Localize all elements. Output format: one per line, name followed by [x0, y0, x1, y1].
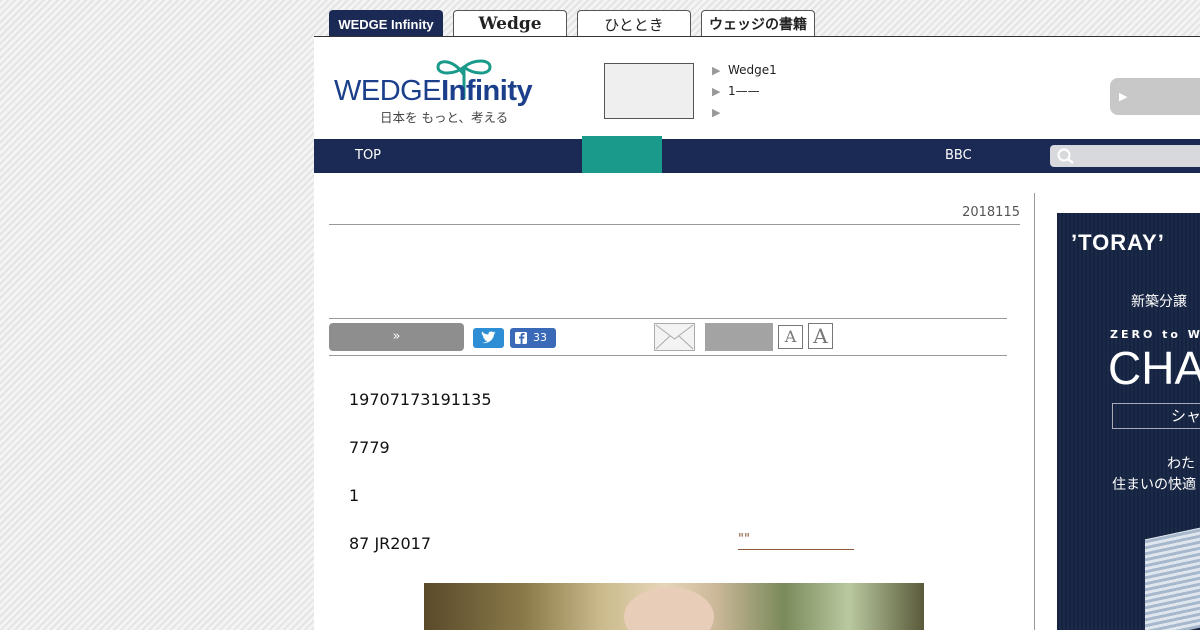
tab-wedge[interactable]: Wedge: [453, 10, 567, 37]
ad-text: わた: [1167, 456, 1195, 472]
nav-item-top[interactable]: TOP: [355, 139, 381, 173]
article-date: 2018115: [329, 205, 1020, 225]
triangle-icon: ▶: [712, 85, 721, 98]
logo-wordmark: WEDGEInfinity: [334, 75, 533, 108]
column-divider: [1034, 193, 1035, 630]
search-input[interactable]: [1050, 145, 1200, 167]
mail-icon: [655, 324, 694, 350]
article-paragraph: 7779: [349, 438, 390, 457]
triangle-icon: ▶: [712, 64, 721, 77]
header-link-label: Wedge1: [728, 63, 777, 77]
header-link-label: 1——: [728, 84, 760, 98]
play-icon: ▶: [1119, 90, 1128, 103]
ad-headline: CHA: [1108, 342, 1200, 394]
mail-share-button[interactable]: [654, 323, 695, 351]
header-link[interactable]: ▶ Wedge1: [712, 60, 777, 81]
article-paragraph: 19707173191135: [349, 390, 492, 409]
logo-tagline: 日本を もっと、考える: [380, 110, 509, 125]
nav-item-bbc[interactable]: BBC: [945, 139, 972, 173]
related-link[interactable]: "": [738, 533, 854, 550]
tab-wedge-books[interactable]: ウェッジの書籍: [701, 10, 815, 37]
logo-wedge: WEDGE: [334, 75, 442, 107]
ad-text: ZERO to W: [1110, 328, 1200, 341]
twitter-share-button[interactable]: [473, 328, 504, 348]
magazine-cover-thumbnail[interactable]: [604, 63, 694, 119]
header-links: ▶ Wedge1 ▶ 1—— ▶: [712, 60, 777, 123]
header-link[interactable]: ▶: [712, 102, 777, 123]
triangle-icon: ▶: [712, 106, 721, 119]
article-paragraph: 87 JR2017: [349, 534, 431, 553]
site-logo[interactable]: WEDGEInfinity 日本を もっと、考える: [334, 55, 564, 127]
ad-text: 新築分譲: [1131, 294, 1187, 310]
twitter-icon: [481, 331, 496, 344]
ad-label-box: シャ: [1112, 403, 1200, 429]
search-icon: [1057, 148, 1074, 164]
font-size-large-button[interactable]: A: [808, 323, 833, 349]
share-toolbar: » 33 A A: [329, 318, 1007, 356]
facebook-count: 33: [533, 331, 547, 344]
page: WEDGE Infinity Wedge ひととき ウェッジの書籍 WEDGEI…: [314, 0, 1200, 630]
facebook-share-button[interactable]: 33: [510, 328, 556, 348]
ad-building-image: [1145, 526, 1200, 630]
more-button[interactable]: »: [329, 323, 464, 351]
logo-infinity: Infinity: [441, 75, 533, 107]
ad-brand-logo: ʼTORAYʼ: [1071, 230, 1165, 255]
header-link[interactable]: ▶ 1——: [712, 81, 777, 102]
brand-tabs: WEDGE Infinity Wedge ひととき ウェッジの書籍: [329, 10, 815, 37]
facebook-icon: [515, 332, 527, 344]
article-paragraph: 1: [349, 486, 360, 505]
font-size-small-button[interactable]: A: [778, 325, 803, 349]
header-action-button[interactable]: ▶: [1110, 78, 1200, 115]
ad-text: 住まいの快適: [1112, 477, 1196, 493]
main-nav: TOP BBC: [314, 136, 1200, 173]
article-photo: [424, 583, 924, 630]
print-button[interactable]: [705, 323, 773, 351]
tab-wedge-infinity[interactable]: WEDGE Infinity: [329, 10, 443, 37]
toray-advertisement[interactable]: ʼTORAYʼ 新築分譲 ZERO to W CHA シャ わた 住まいの快適: [1057, 213, 1200, 630]
tab-hitotoki[interactable]: ひととき: [577, 10, 691, 37]
nav-item-highlighted[interactable]: [582, 136, 662, 173]
